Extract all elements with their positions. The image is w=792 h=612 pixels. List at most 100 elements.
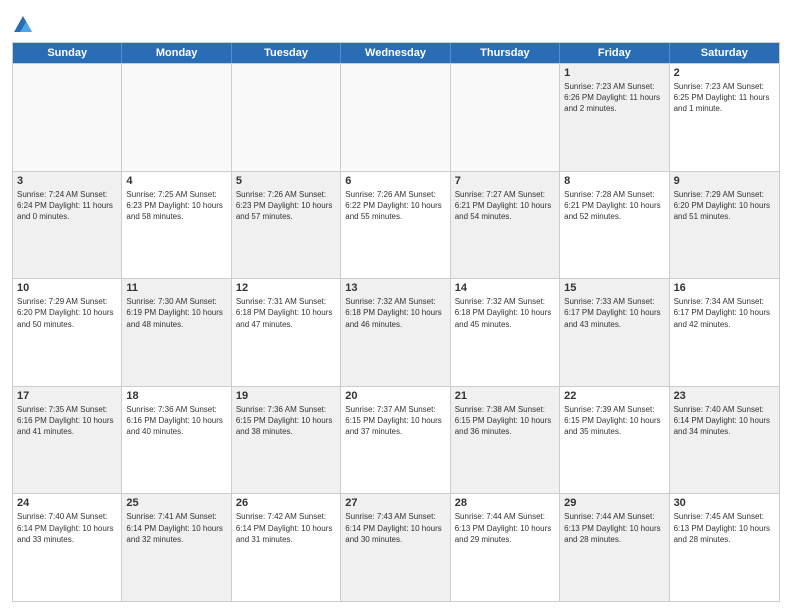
header-day-wednesday: Wednesday: [341, 43, 450, 63]
day-info: Sunrise: 7:44 AM Sunset: 6:13 PM Dayligh…: [564, 511, 664, 545]
day-number: 27: [345, 497, 445, 509]
day-info: Sunrise: 7:45 AM Sunset: 6:13 PM Dayligh…: [674, 511, 775, 545]
day-info: Sunrise: 7:29 AM Sunset: 6:20 PM Dayligh…: [17, 296, 117, 330]
day-cell-1: 1Sunrise: 7:23 AM Sunset: 6:26 PM Daylig…: [560, 64, 669, 171]
day-info: Sunrise: 7:26 AM Sunset: 6:23 PM Dayligh…: [236, 189, 336, 223]
day-number: 17: [17, 390, 117, 402]
day-cell-13: 13Sunrise: 7:32 AM Sunset: 6:18 PM Dayli…: [341, 279, 450, 386]
day-cell-14: 14 Sunrise: 7:32 AM Sunset: 6:18 PM Dayli…: [451, 279, 560, 386]
day-cell-26: 26 Sunrise: 7:42 AM Sunset: 6:14 PM Dayli…: [232, 494, 341, 601]
day-info: Sunrise: 7:40 AM Sunset: 6:14 PM Dayligh…: [674, 404, 775, 438]
header-day-sunday: Sunday: [13, 43, 122, 63]
logo-icon: [12, 14, 34, 36]
day-info: Sunrise: 7:34 AM Sunset: 6:17 PM Dayligh…: [674, 296, 775, 330]
day-info: Sunrise: 7:30 AM Sunset: 6:19 PM Dayligh…: [126, 296, 226, 330]
day-number: 8: [564, 175, 664, 187]
empty-cell-r0c2: [232, 64, 341, 171]
day-info: Sunrise: 7:41 AM Sunset: 6:14 PM Dayligh…: [126, 511, 226, 545]
day-number: 11: [126, 282, 226, 294]
day-number: 28: [455, 497, 555, 509]
header: [12, 10, 780, 36]
calendar-row-2: 3 Sunrise: 7:24 AM Sunset: 6:24 PM Daylig…: [13, 171, 779, 279]
day-number: 9: [674, 175, 775, 187]
day-number: 5: [236, 175, 336, 187]
day-info: Sunrise: 7:42 AM Sunset: 6:14 PM Dayligh…: [236, 511, 336, 545]
day-cell-28: 28 Sunrise: 7:44 AM Sunset: 6:13 PM Dayli…: [451, 494, 560, 601]
day-number: 24: [17, 497, 117, 509]
day-number: 23: [674, 390, 775, 402]
day-number: 13: [345, 282, 445, 294]
day-number: 22: [564, 390, 664, 402]
day-info: Sunrise: 7:44 AM Sunset: 6:13 PM Dayligh…: [455, 511, 555, 545]
day-cell-23: 23 Sunrise: 7:40 AM Sunset: 6:14 PM Dayli…: [670, 387, 779, 494]
day-info: Sunrise: 7:28 AM Sunset: 6:21 PM Dayligh…: [564, 189, 664, 223]
day-number: 7: [455, 175, 555, 187]
header-day-friday: Friday: [560, 43, 669, 63]
day-info: Sunrise: 7:29 AM Sunset: 6:20 PM Dayligh…: [674, 189, 775, 223]
day-number: 10: [17, 282, 117, 294]
day-cell-12: 12 Sunrise: 7:31 AM Sunset: 6:18 PM Dayli…: [232, 279, 341, 386]
day-info: Sunrise: 7:36 AM Sunset: 6:15 PM Dayligh…: [236, 404, 336, 438]
day-cell-5: 5 Sunrise: 7:26 AM Sunset: 6:23 PM Daylig…: [232, 172, 341, 279]
day-number: 26: [236, 497, 336, 509]
day-cell-16: 16 Sunrise: 7:34 AM Sunset: 6:17 PM Dayli…: [670, 279, 779, 386]
day-number: 19: [236, 390, 336, 402]
calendar-body: 1Sunrise: 7:23 AM Sunset: 6:26 PM Daylig…: [13, 63, 779, 601]
day-info: Sunrise: 7:31 AM Sunset: 6:18 PM Dayligh…: [236, 296, 336, 330]
calendar-row-3: 10 Sunrise: 7:29 AM Sunset: 6:20 PM Dayli…: [13, 278, 779, 386]
header-day-monday: Monday: [122, 43, 231, 63]
day-number: 3: [17, 175, 117, 187]
day-number: 1: [564, 67, 664, 79]
day-info: Sunrise: 7:23 AM Sunset: 6:25 PM Dayligh…: [674, 81, 775, 115]
day-info: Sunrise: 7:43 AM Sunset: 6:14 PM Dayligh…: [345, 511, 445, 545]
day-cell-17: 17 Sunrise: 7:35 AM Sunset: 6:16 PM Dayli…: [13, 387, 122, 494]
day-number: 4: [126, 175, 226, 187]
day-cell-8: 8 Sunrise: 7:28 AM Sunset: 6:21 PM Daylig…: [560, 172, 669, 279]
day-number: 18: [126, 390, 226, 402]
empty-cell-r0c3: [341, 64, 450, 171]
header-day-tuesday: Tuesday: [232, 43, 341, 63]
day-cell-20: 20Sunrise: 7:37 AM Sunset: 6:15 PM Dayli…: [341, 387, 450, 494]
day-info: Sunrise: 7:26 AM Sunset: 6:22 PM Dayligh…: [345, 189, 445, 223]
day-cell-10: 10 Sunrise: 7:29 AM Sunset: 6:20 PM Dayli…: [13, 279, 122, 386]
day-cell-29: 29 Sunrise: 7:44 AM Sunset: 6:13 PM Dayli…: [560, 494, 669, 601]
calendar-row-1: 1Sunrise: 7:23 AM Sunset: 6:26 PM Daylig…: [13, 63, 779, 171]
day-info: Sunrise: 7:35 AM Sunset: 6:16 PM Dayligh…: [17, 404, 117, 438]
calendar-header: SundayMondayTuesdayWednesdayThursdayFrid…: [13, 43, 779, 63]
day-number: 15: [564, 282, 664, 294]
day-cell-15: 15 Sunrise: 7:33 AM Sunset: 6:17 PM Dayli…: [560, 279, 669, 386]
day-cell-6: 6 Sunrise: 7:26 AM Sunset: 6:22 PM Daylig…: [341, 172, 450, 279]
day-info: Sunrise: 7:39 AM Sunset: 6:15 PM Dayligh…: [564, 404, 664, 438]
day-info: Sunrise: 7:33 AM Sunset: 6:17 PM Dayligh…: [564, 296, 664, 330]
logo: [12, 14, 38, 36]
calendar: SundayMondayTuesdayWednesdayThursdayFrid…: [12, 42, 780, 602]
day-number: 25: [126, 497, 226, 509]
day-info: Sunrise: 7:38 AM Sunset: 6:15 PM Dayligh…: [455, 404, 555, 438]
day-info: Sunrise: 7:40 AM Sunset: 6:14 PM Dayligh…: [17, 511, 117, 545]
day-number: 16: [674, 282, 775, 294]
day-info: Sunrise: 7:32 AM Sunset: 6:18 PM Dayligh…: [455, 296, 555, 330]
page: SundayMondayTuesdayWednesdayThursdayFrid…: [0, 0, 792, 612]
header-day-saturday: Saturday: [670, 43, 779, 63]
day-cell-24: 24 Sunrise: 7:40 AM Sunset: 6:14 PM Dayli…: [13, 494, 122, 601]
day-cell-27: 27 Sunrise: 7:43 AM Sunset: 6:14 PM Dayli…: [341, 494, 450, 601]
day-number: 21: [455, 390, 555, 402]
day-number: 12: [236, 282, 336, 294]
day-cell-30: 30Sunrise: 7:45 AM Sunset: 6:13 PM Dayli…: [670, 494, 779, 601]
day-info: Sunrise: 7:36 AM Sunset: 6:16 PM Dayligh…: [126, 404, 226, 438]
day-cell-11: 11 Sunrise: 7:30 AM Sunset: 6:19 PM Dayli…: [122, 279, 231, 386]
empty-cell-r0c4: [451, 64, 560, 171]
calendar-row-5: 24 Sunrise: 7:40 AM Sunset: 6:14 PM Dayli…: [13, 493, 779, 601]
day-number: 14: [455, 282, 555, 294]
day-info: Sunrise: 7:24 AM Sunset: 6:24 PM Dayligh…: [17, 189, 117, 223]
day-number: 6: [345, 175, 445, 187]
empty-cell-r0c0: [13, 64, 122, 171]
day-number: 2: [674, 67, 775, 79]
day-info: Sunrise: 7:37 AM Sunset: 6:15 PM Dayligh…: [345, 404, 445, 438]
day-cell-3: 3 Sunrise: 7:24 AM Sunset: 6:24 PM Daylig…: [13, 172, 122, 279]
day-cell-18: 18 Sunrise: 7:36 AM Sunset: 6:16 PM Dayli…: [122, 387, 231, 494]
day-cell-22: 22 Sunrise: 7:39 AM Sunset: 6:15 PM Dayli…: [560, 387, 669, 494]
day-number: 29: [564, 497, 664, 509]
empty-cell-r0c1: [122, 64, 231, 171]
day-cell-25: 25 Sunrise: 7:41 AM Sunset: 6:14 PM Dayli…: [122, 494, 231, 601]
